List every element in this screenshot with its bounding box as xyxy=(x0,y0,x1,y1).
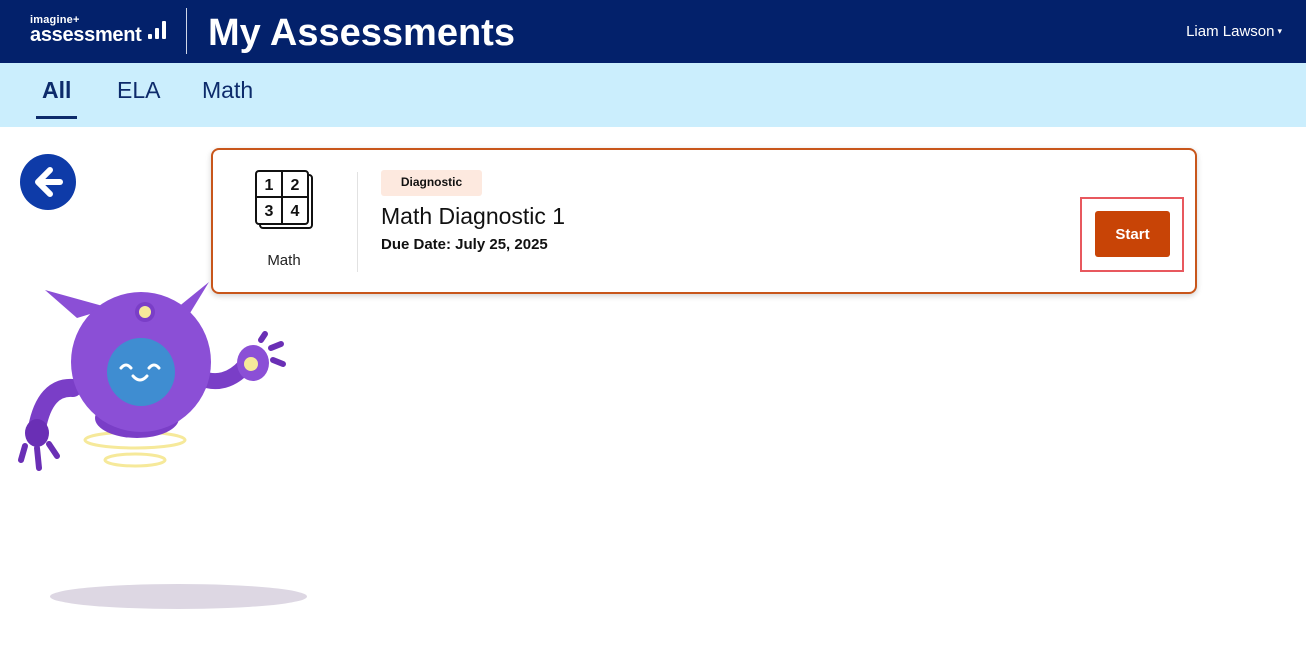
header-divider xyxy=(186,8,187,54)
subject-label: Math xyxy=(267,252,301,269)
active-tab-indicator xyxy=(36,116,78,119)
assessment-title: Math Diagnostic 1 xyxy=(381,203,566,229)
digit-three: 3 xyxy=(265,203,274,220)
tab-label: ELA xyxy=(117,77,161,103)
assessment-type-badge: Diagnostic xyxy=(381,170,482,196)
subject-tabs: All ELA Math xyxy=(0,63,1306,127)
robot-mascot xyxy=(18,282,286,471)
due-date: Due Date: July 25, 2025 xyxy=(381,236,548,253)
tab-ela[interactable]: ELA xyxy=(117,77,160,119)
card-divider xyxy=(357,172,358,272)
page-title: My Assessments xyxy=(208,12,515,54)
logo-main-text: assessment xyxy=(30,24,142,46)
start-button-highlight: Start xyxy=(1080,197,1184,272)
user-name: Liam Lawson xyxy=(1186,23,1275,40)
back-button[interactable] xyxy=(20,154,76,210)
mascot-shadow xyxy=(50,584,307,609)
digit-four: 4 xyxy=(291,203,300,220)
tab-all[interactable]: All xyxy=(36,77,78,119)
start-button[interactable]: Start xyxy=(1095,211,1170,257)
math-book-icon: 1 2 3 4 xyxy=(255,170,313,229)
user-menu[interactable]: Liam Lawson ▾ xyxy=(1186,23,1282,40)
tab-label: All xyxy=(42,77,72,103)
digit-two: 2 xyxy=(291,177,300,194)
arrow-left-icon xyxy=(35,167,63,197)
top-bar: imagine+ assessment My Assessments Liam … xyxy=(0,0,1306,63)
signal-bars-icon xyxy=(148,21,166,39)
caret-down-icon: ▾ xyxy=(1277,26,1282,36)
imagine-assessment-logo: imagine+ assessment xyxy=(30,14,170,48)
tab-label: Math xyxy=(202,77,254,103)
tab-math[interactable]: Math xyxy=(202,77,253,119)
assessment-card: 1 2 3 4 Math Diagnostic Math Diagnostic … xyxy=(211,148,1197,294)
digit-one: 1 xyxy=(265,177,274,194)
